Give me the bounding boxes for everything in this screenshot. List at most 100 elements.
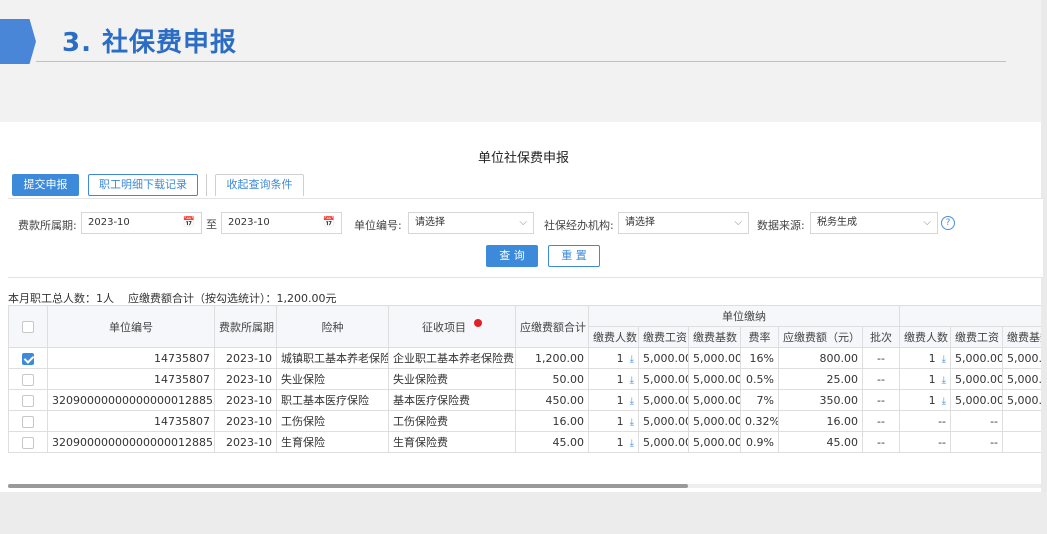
- table-row[interactable]: 14735807 2023-10 城镇职工基本养老保险 企业职工基本养老保险费 1,20…: [8, 347, 1041, 369]
- download-icon[interactable]: ⤓: [942, 375, 946, 386]
- cell-unit-no-value: 32090000000000000012885549: [52, 393, 214, 407]
- period-from-input[interactable]: 2023-10 📅: [81, 212, 202, 234]
- row-select-cell[interactable]: [8, 431, 48, 453]
- col-insurance: 险种: [276, 305, 389, 348]
- cell-period-value: 2023-10: [226, 414, 272, 428]
- download-icon[interactable]: ⤓: [630, 354, 634, 365]
- row-checkbox[interactable]: [22, 373, 34, 386]
- download-icon[interactable]: ⤓: [630, 438, 634, 449]
- cell-amount-value: 350.00: [819, 393, 859, 407]
- cell-item: 失业保险费: [388, 368, 516, 390]
- cell-rate: 7%: [740, 389, 779, 411]
- page-title: 单位社保费申报: [477, 151, 569, 166]
- toolbar-divider: [206, 174, 207, 196]
- required-dot: [474, 318, 482, 327]
- period-to-separator: 至: [206, 218, 217, 231]
- col-p-base: 缴费基数: [1002, 326, 1041, 348]
- download-icon[interactable]: ⤓: [630, 375, 634, 386]
- cell-period-value: 2023-10: [226, 372, 272, 386]
- row-select-cell[interactable]: [8, 389, 48, 411]
- source-select[interactable]: 税务生成 ⌵: [810, 212, 938, 234]
- cell-headcount-value: 1: [616, 372, 624, 386]
- query-button[interactable]: 查 询: [486, 245, 538, 267]
- cell-wage-value: 5,000.00: [643, 435, 689, 449]
- chevron-down-icon: ⌵: [734, 217, 742, 228]
- table-row[interactable]: 32090000000000000012885549 2023-10 生育保险 生育保…: [8, 431, 1041, 453]
- cell-period-value: 2023-10: [226, 435, 272, 449]
- section-title: 3. 社保费申报: [62, 28, 238, 58]
- row-checkbox[interactable]: [22, 394, 34, 407]
- cell-p-headcount-value: 1: [928, 393, 936, 407]
- cell-unit-no-value: 14735807: [154, 414, 210, 428]
- cell-base-value: 5,000.00: [693, 351, 741, 365]
- cell-p-headcount: 1 ⤓: [899, 389, 952, 411]
- cell-wage: 5,000.00: [638, 410, 689, 432]
- download-records-button[interactable]: 职工明细下载记录: [88, 174, 198, 196]
- cell-wage: 5,000.00: [638, 431, 689, 453]
- cell-total-value: 16.00: [552, 414, 585, 428]
- table-row[interactable]: 14735807 2023-10 失业保险 失业保险费 50.00 1 ⤓ 5,000.00 5…: [8, 368, 1041, 390]
- cell-amount-value: 45.00: [826, 435, 859, 449]
- cell-p-headcount-value: --: [938, 414, 947, 428]
- cell-headcount: 1 ⤓: [588, 389, 639, 411]
- cell-insurance-value: 失业保险: [281, 373, 325, 386]
- row-select-cell[interactable]: [8, 347, 48, 369]
- cell-rate: 16%: [740, 347, 779, 369]
- select-all-checkbox[interactable]: [22, 321, 34, 333]
- table-row[interactable]: 32090000000000000012885549 2023-10 职工基本医疗保…: [8, 389, 1041, 411]
- cell-p-wage: 5,000.00: [950, 389, 1004, 411]
- download-icon[interactable]: ⤓: [942, 354, 946, 365]
- cell-p-headcount-value: 1: [928, 351, 936, 365]
- scrollbar-thumb[interactable]: [8, 484, 688, 488]
- cell-headcount-value: 1: [616, 351, 624, 365]
- collapse-filters-tab[interactable]: 收起查询条件: [215, 174, 304, 196]
- cell-base: 5,000.00: [688, 368, 741, 390]
- cell-amount: 25.00: [778, 368, 863, 390]
- cell-item-value: 工伤保险费: [393, 415, 448, 428]
- cell-unit-no-value: 14735807: [154, 351, 210, 365]
- col-rate: 费率: [740, 326, 779, 348]
- table-horizontal-scrollbar[interactable]: [8, 484, 1041, 488]
- cell-p-wage-value: 5,000.00: [955, 372, 1003, 386]
- cell-rate-value: 0.9%: [746, 435, 774, 449]
- cell-base-value: 5,000.00: [693, 435, 741, 449]
- cell-p-wage: --: [950, 410, 1004, 432]
- cell-headcount-value: 1: [616, 435, 624, 449]
- col-headcount: 缴费人数: [588, 326, 639, 348]
- cell-item-value: 基本医疗保险费: [393, 394, 470, 407]
- cell-headcount: 1 ⤓: [588, 431, 639, 453]
- cell-total-value: 50.00: [552, 372, 585, 386]
- col-unit-no: 单位编号: [47, 305, 215, 348]
- submit-button[interactable]: 提交申报: [12, 174, 79, 196]
- cell-p-headcount: --: [899, 410, 952, 432]
- row-select-cell[interactable]: [8, 368, 48, 390]
- col-period: 费款所属期: [214, 305, 277, 348]
- cell-period: 2023-10: [214, 431, 277, 453]
- cell-amount: 350.00: [778, 389, 863, 411]
- row-select-cell[interactable]: [8, 410, 48, 432]
- download-icon[interactable]: ⤓: [942, 396, 946, 407]
- download-icon[interactable]: ⤓: [630, 417, 634, 428]
- cell-insurance: 城镇职工基本养老保险: [276, 347, 389, 369]
- select-all-cell[interactable]: [8, 305, 48, 348]
- row-checkbox[interactable]: [22, 415, 34, 428]
- row-checkbox[interactable]: [22, 436, 34, 449]
- cell-wage-value: 5,000.00: [643, 351, 689, 365]
- col-p-wage: 缴费工资: [950, 326, 1004, 348]
- reset-button[interactable]: 重 置: [548, 245, 600, 267]
- unit-no-value: 请选择: [415, 217, 445, 228]
- help-icon[interactable]: ?: [941, 216, 955, 230]
- cell-total: 50.00: [515, 368, 589, 390]
- unit-no-select[interactable]: 请选择 ⌵: [408, 212, 534, 234]
- cell-period: 2023-10: [214, 368, 277, 390]
- cell-base-value: 5,000.00: [693, 393, 741, 407]
- row-checkbox[interactable]: [22, 352, 34, 365]
- period-to-input[interactable]: 2023-10 📅: [221, 212, 342, 234]
- col-p-headcount: 缴费人数: [899, 326, 952, 348]
- agency-select[interactable]: 请选择 ⌵: [618, 212, 749, 234]
- table-row[interactable]: 14735807 2023-10 工伤保险 工伤保险费 16.00 1 ⤓ 5,000.00 5…: [8, 410, 1041, 432]
- cell-wage: 5,000.00: [638, 368, 689, 390]
- cell-unit-no-value: 14735807: [154, 372, 210, 386]
- download-icon[interactable]: ⤓: [630, 396, 634, 407]
- cell-insurance: 失业保险: [276, 368, 389, 390]
